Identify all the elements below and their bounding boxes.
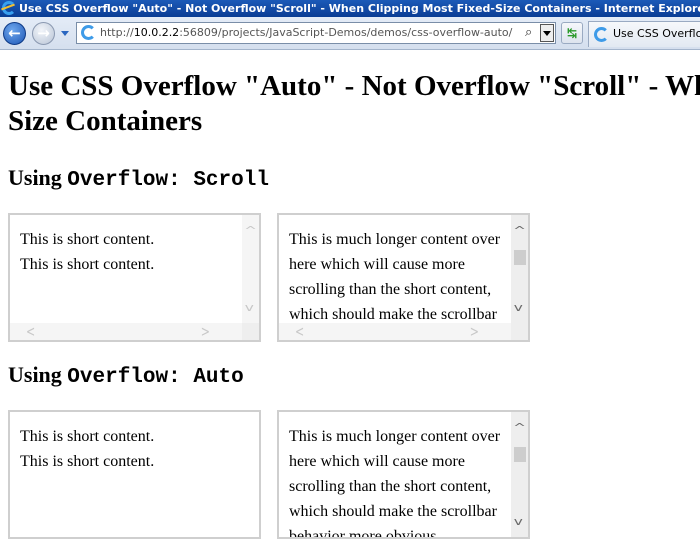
scroll-left-arrow-icon[interactable]: <: [26, 324, 35, 339]
section-heading-scroll: Using Overflow: Scroll: [8, 165, 269, 194]
scrollbar-thumb[interactable]: [514, 250, 526, 265]
back-button[interactable]: ←: [3, 22, 26, 45]
horizontal-scrollbar[interactable]: < >: [279, 323, 511, 340]
box-text: This is much longer content over here wh…: [289, 428, 501, 539]
scroll-up-arrow-icon[interactable]: ^: [513, 225, 526, 236]
scroll-right-arrow-icon[interactable]: >: [201, 324, 210, 339]
compatibility-refresh-button[interactable]: ↹: [561, 22, 583, 44]
vertical-scrollbar[interactable]: ^ v: [511, 412, 528, 537]
scrollbar-corner: [242, 323, 259, 340]
box-text: This is short content. This is short con…: [20, 227, 245, 277]
heading-code: Overflow: Scroll: [67, 169, 269, 192]
horizontal-scrollbar[interactable]: < >: [10, 323, 242, 340]
vertical-scrollbar[interactable]: ^ v: [511, 215, 528, 323]
auto-box-long[interactable]: This is much longer content over here wh…: [277, 410, 530, 539]
page-title-line-2: Size Containers: [8, 105, 203, 137]
scrollbar-corner: [511, 323, 528, 340]
forward-arrow-icon: →: [37, 24, 50, 42]
address-dropdown-button[interactable]: [540, 24, 554, 42]
address-bar[interactable]: http://10.0.2.2:56809/projects/JavaScrip…: [76, 22, 556, 44]
url-path: :56809/projects/JavaScript-Demos/demos/c…: [179, 26, 513, 39]
short-content-line: This is short content.: [20, 231, 155, 248]
recent-pages-dropdown-icon[interactable]: [61, 31, 69, 36]
scrollbar-thumb[interactable]: [514, 447, 526, 462]
page-title: Use CSS Overflow "Auto" - Not Overflow "…: [8, 69, 700, 139]
scroll-up-arrow-icon[interactable]: ^: [513, 422, 526, 433]
window-title-bar: Use CSS Overflow "Auto" - Not Overflow "…: [0, 0, 700, 17]
refresh-icon: ↹: [566, 26, 578, 40]
url-prefix: http://: [100, 26, 134, 39]
scroll-right-arrow-icon[interactable]: >: [470, 324, 479, 339]
heading-prefix: Using: [8, 165, 68, 190]
scroll-box-short[interactable]: This is short content. This is short con…: [8, 213, 261, 342]
browser-tab[interactable]: Use CSS Overflow "Auto" - Not Overflow "…: [588, 21, 700, 47]
box-text: This is short content. This is short con…: [20, 424, 245, 474]
forward-button[interactable]: →: [32, 22, 55, 45]
page-favicon-icon: [81, 25, 96, 40]
browser-toolbar: ← → http://10.0.2.2:56809/projects/JavaS…: [0, 17, 700, 50]
short-content-line: This is short content.: [20, 428, 155, 445]
scroll-up-arrow-icon[interactable]: ^: [244, 225, 257, 236]
url-text[interactable]: http://10.0.2.2:56809/projects/JavaScrip…: [100, 26, 512, 39]
internet-explorer-icon: [2, 1, 16, 15]
vertical-scrollbar[interactable]: ^ v: [242, 215, 259, 323]
short-content-line: This is short content.: [20, 453, 155, 470]
tab-label: Use CSS Overflow "Auto" - Not Overflow "…: [613, 27, 700, 40]
scroll-down-arrow-icon[interactable]: v: [245, 302, 254, 313]
search-icon[interactable]: ⌕: [525, 25, 532, 40]
scroll-down-arrow-icon[interactable]: v: [514, 516, 523, 527]
heading-code: Overflow: Auto: [67, 366, 244, 389]
scroll-left-arrow-icon[interactable]: <: [295, 324, 304, 339]
short-content-line: This is short content.: [20, 256, 155, 273]
window-title: Use CSS Overflow "Auto" - Not Overflow "…: [19, 2, 700, 15]
page-title-line-1: Use CSS Overflow "Auto" - Not Overflow "…: [8, 70, 700, 102]
back-arrow-icon: ←: [8, 24, 21, 42]
url-host: 10.0.2.2: [133, 26, 180, 39]
scroll-down-arrow-icon[interactable]: v: [514, 302, 523, 313]
heading-prefix: Using: [8, 362, 68, 387]
section-heading-auto: Using Overflow: Auto: [8, 362, 244, 391]
tab-favicon-icon: [594, 27, 609, 42]
auto-box-short: This is short content. This is short con…: [8, 410, 261, 539]
scroll-box-long[interactable]: This is much longer content over here wh…: [277, 213, 530, 342]
